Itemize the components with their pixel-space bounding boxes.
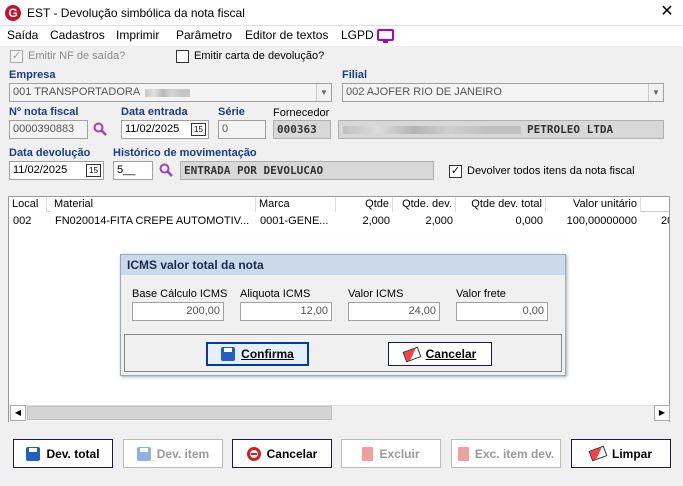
menu-editor-textos[interactable]: Editor de textos (245, 28, 328, 42)
save-icon (136, 446, 151, 461)
valor-frete-label: Valor frete (456, 288, 506, 300)
valor-icms-field[interactable]: 24,00 (348, 302, 440, 321)
filial-select[interactable]: 002 AJOFER RIO DE JANEIRO ▼ (342, 83, 664, 102)
menu-lgpd[interactable]: LGPD (341, 28, 374, 42)
save-icon (26, 446, 41, 461)
fornecedor-code: 000363 (273, 120, 331, 139)
empresa-select[interactable]: 001 TRANSPORTADORA ▼ (9, 83, 332, 102)
cell-marca[interactable]: 0001-GENE... (260, 215, 332, 227)
search-icon[interactable] (93, 122, 107, 136)
cancelar-label: Cancelar (266, 446, 318, 461)
menu-saida[interactable]: Saída (7, 28, 38, 42)
menu-parametro[interactable]: Parâmetro (176, 28, 232, 42)
excluir-label: Excluir (379, 446, 420, 461)
base-calculo-field[interactable]: 200,00 (132, 302, 224, 321)
menu-imprimir[interactable]: Imprimir (116, 28, 159, 42)
cell-local[interactable]: 002 (13, 215, 47, 227)
col-marca[interactable]: Marca (256, 197, 336, 212)
col-local[interactable]: Local (9, 197, 47, 212)
emitir-carta-label: Emitir carta de devolução? (194, 50, 325, 62)
empresa-label: Empresa (9, 69, 56, 81)
fornecedor-name: PETROLEO LTDA (527, 123, 614, 136)
devolver-todos-label: Devolver todos itens da nota fiscal (467, 165, 635, 177)
devolver-todos-checkbox[interactable]: ✓ (449, 165, 462, 178)
historico-code-input[interactable]: 5__ (113, 161, 153, 180)
cell-qtde-dev-total[interactable]: 0,000 (456, 215, 543, 227)
emitir-carta-checkbox[interactable] (176, 50, 189, 63)
cell-material[interactable]: FN020014-FITA CREPE AUTOMOTIV... (55, 215, 255, 227)
redacted-text (145, 89, 190, 97)
aliquota-label: Aliquota ICMS (240, 288, 311, 300)
eraser-icon (402, 346, 422, 362)
no-entry-icon (246, 446, 261, 461)
data-entrada-label: Data entrada (121, 106, 188, 118)
filial-value: 002 AJOFER RIO DE JANEIRO (346, 86, 502, 98)
dialog-cancel-label: Cancelar (425, 347, 477, 361)
search-icon[interactable] (159, 163, 173, 177)
filial-label: Filial (342, 69, 368, 81)
scroll-right-icon[interactable]: ▶ (654, 405, 670, 421)
empresa-value: 001 TRANSPORTADORA (13, 86, 141, 98)
chevron-down-icon[interactable]: ▼ (316, 84, 331, 101)
cancelar-button[interactable]: Cancelar (232, 439, 332, 468)
scroll-thumb[interactable] (27, 406, 332, 420)
app-logo-icon: G (5, 5, 21, 21)
scroll-left-icon[interactable]: ◀ (10, 405, 26, 421)
valor-frete-field[interactable]: 0,00 (456, 302, 548, 321)
serie-input[interactable]: 0 (218, 120, 266, 139)
data-devolucao-label: Data devolução (9, 147, 91, 159)
exc-item-dev-label: Exc. item dev. (474, 446, 555, 461)
dialog-cancel-button[interactable]: Cancelar (388, 342, 492, 366)
trash-icon (362, 446, 374, 461)
eraser-icon (588, 445, 608, 462)
cell-qtde-dev[interactable]: 2,000 (393, 215, 453, 227)
serie-label: Série (218, 106, 245, 118)
fornecedor-label: Fornecedor (273, 107, 330, 119)
dialog-title: ICMS valor total da nota (121, 255, 565, 275)
menu-cadastros[interactable]: Cadastros (50, 28, 105, 42)
window-title: EST - Devolução simbólica da nota fiscal (27, 6, 245, 20)
dev-item-button[interactable]: Dev. item (123, 439, 223, 468)
confirma-button[interactable]: Confirma (206, 342, 309, 366)
dev-item-label: Dev. item (156, 446, 210, 461)
save-icon (221, 347, 236, 361)
cell-valor-unitario[interactable]: 100,00000000 (546, 215, 637, 227)
emitir-nf-label: Emitir NF de saída? (28, 50, 126, 62)
emitir-nf-checkbox[interactable]: ✓ (10, 50, 23, 63)
chevron-down-icon[interactable]: ▼ (648, 84, 663, 101)
col-material[interactable]: Material (51, 197, 256, 212)
calendar-icon[interactable]: 15 (86, 164, 101, 177)
trash-icon (457, 446, 469, 461)
cell-qtde[interactable]: 2,000 (336, 215, 390, 227)
monitor-icon[interactable] (377, 29, 394, 43)
exc-item-dev-button[interactable]: Exc. item dev. (451, 439, 561, 468)
historico-desc: ENTRADA POR DEVOLUCAO (180, 161, 434, 180)
confirma-label: Confirma (241, 347, 294, 361)
fornecedor-name-field: PETROLEO LTDA (338, 120, 664, 139)
cell-overflow[interactable]: 20 (661, 215, 669, 227)
valor-icms-label: Valor ICMS (348, 288, 404, 300)
redacted-text (343, 126, 521, 134)
close-icon[interactable]: ✕ (656, 2, 678, 22)
col-valor-unitario[interactable]: Valor unitário (546, 197, 641, 212)
col-qtde-dev[interactable]: Qtde. dev. (393, 197, 456, 212)
base-calculo-label: Base Cálculo ICMS (132, 288, 228, 300)
nota-fiscal-input[interactable]: 0000390883 (9, 120, 88, 139)
dev-total-button[interactable]: Dev. total (13, 439, 113, 468)
dev-total-label: Dev. total (46, 446, 100, 461)
nota-label: Nº nota fiscal (9, 106, 79, 118)
col-qtde[interactable]: Qtde (336, 197, 393, 212)
limpar-button[interactable]: Limpar (571, 439, 671, 468)
col-qtde-dev-total[interactable]: Qtde dev. total (456, 197, 546, 212)
data-devolucao-value: 11/02/2025 (13, 164, 68, 176)
aliquota-field[interactable]: 12,00 (240, 302, 332, 321)
calendar-icon[interactable]: 15 (191, 123, 206, 136)
limpar-label: Limpar (611, 446, 652, 461)
excluir-button[interactable]: Excluir (341, 439, 441, 468)
historico-label: Histórico de movimentação (113, 147, 257, 159)
dialog-button-frame (124, 334, 562, 372)
data-entrada-value: 11/02/2025 (125, 123, 180, 135)
